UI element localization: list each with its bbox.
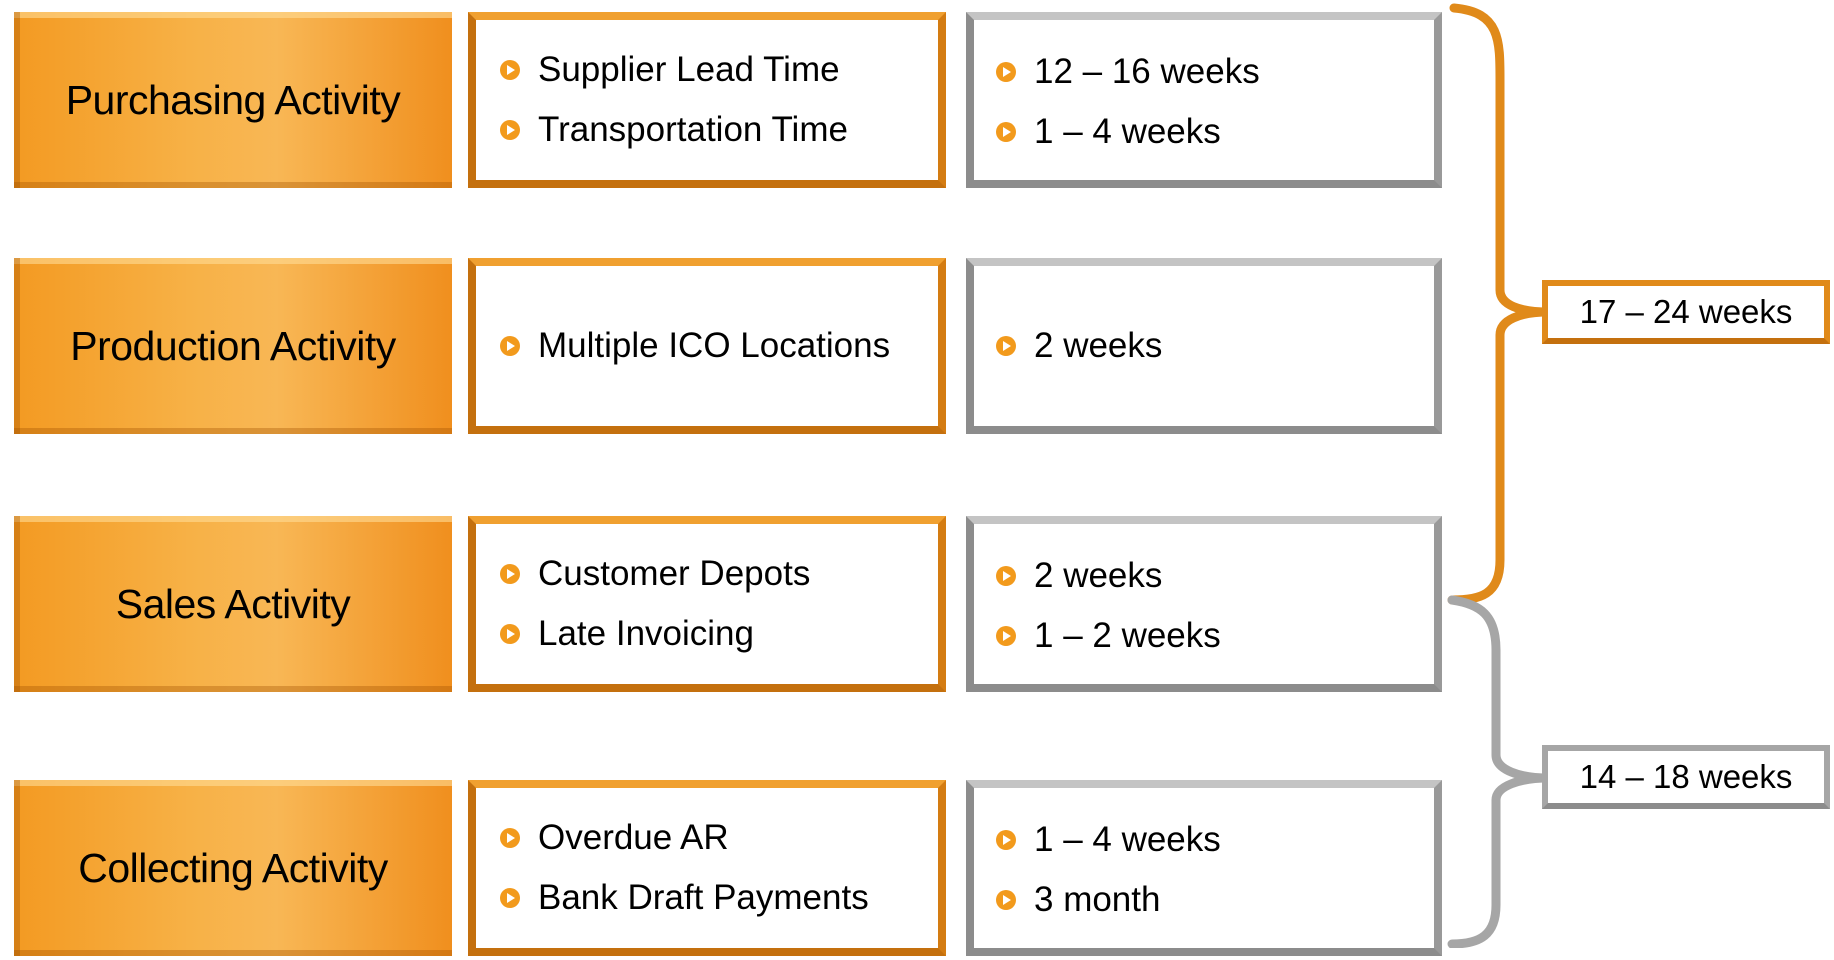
lower-bracket (1447, 595, 1549, 948)
total-upper: 17 – 24 weeks (1542, 280, 1830, 344)
upper-bracket (1447, 3, 1549, 605)
total-lower: 14 – 18 weeks (1542, 745, 1830, 809)
